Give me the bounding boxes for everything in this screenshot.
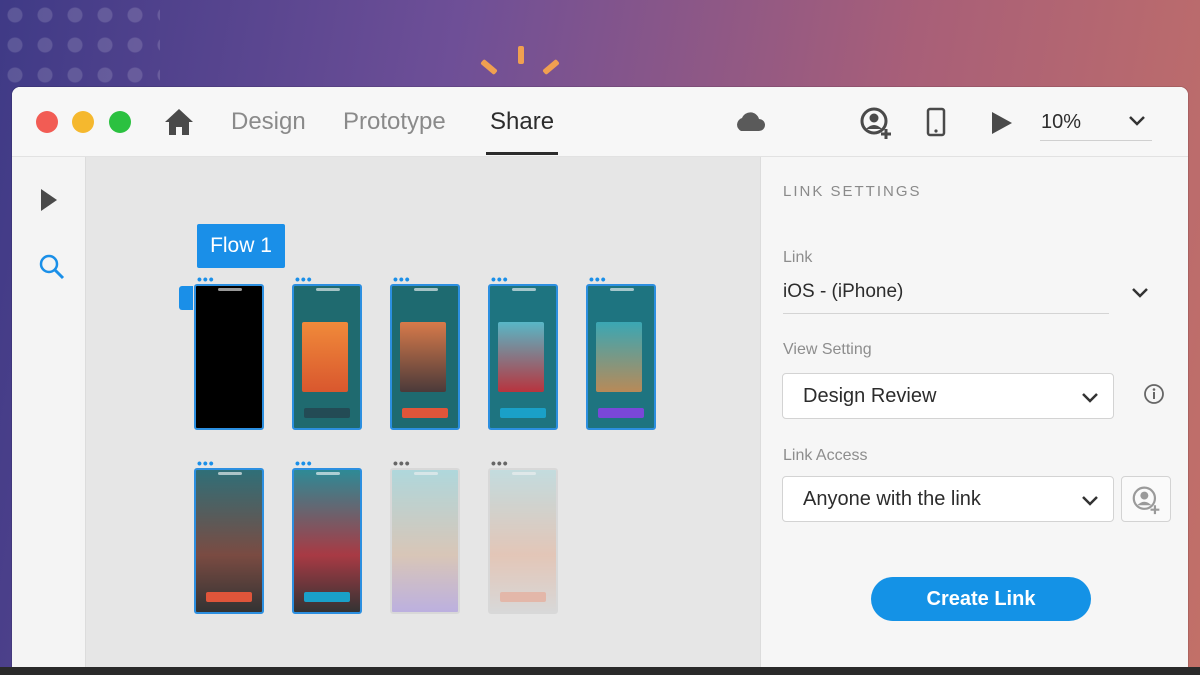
- link-value[interactable]: iOS - (iPhone): [783, 281, 903, 303]
- app-window: Design Prototype Share 10% Flow 1 ••• ••…: [12, 87, 1188, 669]
- artboard[interactable]: [292, 468, 362, 614]
- tool-sidebar: [12, 157, 86, 669]
- spark-decoration: [518, 46, 524, 64]
- artboard-menu[interactable]: •••: [393, 272, 411, 286]
- artboard[interactable]: [292, 284, 362, 430]
- artboard[interactable]: [488, 468, 558, 614]
- chevron-down-icon: [1129, 116, 1145, 126]
- artboard[interactable]: [390, 284, 460, 430]
- spark-decoration: [480, 58, 498, 76]
- canvas-area[interactable]: Flow 1 ••• ••• ••• ••• ••• ••• ••• ••• •…: [86, 157, 760, 669]
- maximize-window-button[interactable]: [109, 111, 131, 133]
- view-setting-value: Design Review: [803, 385, 937, 407]
- user-plus-icon: [1132, 486, 1160, 515]
- home-icon[interactable]: [163, 107, 195, 137]
- artboard-menu[interactable]: •••: [491, 456, 509, 470]
- invite-user-button[interactable]: [1121, 476, 1171, 522]
- artboard-menu[interactable]: •••: [491, 272, 509, 286]
- active-tab-indicator: [486, 152, 558, 155]
- info-icon[interactable]: [1143, 383, 1165, 405]
- artboard[interactable]: [586, 284, 656, 430]
- panel-title: LINK SETTINGS: [783, 183, 922, 200]
- link-label: Link: [783, 249, 813, 266]
- select-arrow-icon[interactable]: [39, 187, 59, 213]
- close-window-button[interactable]: [36, 111, 58, 133]
- zoom-select[interactable]: 10%: [1040, 111, 1152, 141]
- tab-share[interactable]: Share: [490, 108, 554, 136]
- artboard[interactable]: [194, 468, 264, 614]
- artboard-menu[interactable]: •••: [589, 272, 607, 286]
- chevron-down-icon[interactable]: [1131, 285, 1149, 299]
- artboard-menu[interactable]: •••: [295, 456, 313, 470]
- minimize-window-button[interactable]: [72, 111, 94, 133]
- view-setting-label: View Setting: [783, 341, 872, 358]
- link-access-value: Anyone with the link: [803, 488, 981, 510]
- artboard[interactable]: [390, 468, 460, 614]
- zoom-value: 10%: [1041, 111, 1082, 133]
- link-access-select[interactable]: Anyone with the link: [782, 476, 1114, 522]
- search-icon[interactable]: [38, 253, 66, 281]
- phone-icon[interactable]: [926, 107, 946, 137]
- background-dots: [0, 0, 160, 90]
- cloud-icon[interactable]: [732, 111, 766, 133]
- view-setting-select[interactable]: Design Review: [782, 373, 1114, 419]
- create-link-button[interactable]: Create Link: [871, 577, 1091, 621]
- screen-edge: [0, 667, 1200, 675]
- link-access-label: Link Access: [783, 447, 868, 464]
- link-divider: [783, 313, 1109, 314]
- artboard[interactable]: [194, 284, 264, 430]
- artboard-menu[interactable]: •••: [393, 456, 411, 470]
- flow-start-marker: [179, 286, 193, 310]
- play-icon[interactable]: [990, 110, 1014, 136]
- chevron-down-icon: [1082, 496, 1098, 506]
- top-toolbar: Design Prototype Share 10%: [12, 87, 1188, 157]
- user-plus-icon[interactable]: [860, 107, 894, 139]
- link-settings-panel: LINK SETTINGS Link iOS - (iPhone) View S…: [760, 157, 1188, 669]
- tab-prototype[interactable]: Prototype: [343, 108, 446, 136]
- artboard[interactable]: [488, 284, 558, 430]
- artboard-menu[interactable]: •••: [197, 272, 215, 286]
- tab-design[interactable]: Design: [231, 108, 306, 136]
- artboard-menu[interactable]: •••: [295, 272, 313, 286]
- spark-decoration: [542, 58, 560, 76]
- artboard-menu[interactable]: •••: [197, 456, 215, 470]
- chevron-down-icon: [1082, 393, 1098, 403]
- flow-label[interactable]: Flow 1: [197, 224, 285, 268]
